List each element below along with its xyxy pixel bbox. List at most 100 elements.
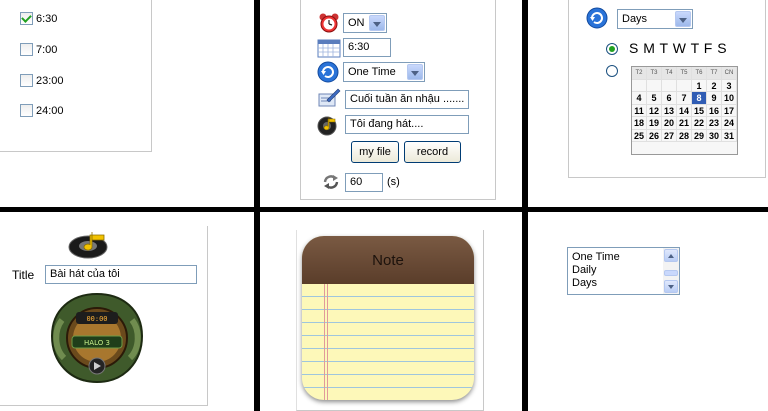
- time-checkbox-label: 24:00: [36, 104, 64, 117]
- calendar-weekday-header: T3: [647, 67, 662, 80]
- calendar-day[interactable]: 20: [662, 117, 677, 130]
- scroll-thumb[interactable]: [664, 270, 678, 276]
- calendar-weekday-header: T7: [707, 67, 722, 80]
- calendar-day[interactable]: 30: [707, 129, 722, 142]
- chevron-down-icon[interactable]: [407, 64, 423, 80]
- time-checkbox-label: 6:30: [36, 12, 58, 25]
- calendar-day[interactable]: 6: [662, 92, 677, 105]
- snooze-unit-label: (s): [387, 176, 400, 188]
- refresh-circle-icon: [317, 61, 339, 83]
- song-title-label: Title: [12, 268, 35, 282]
- calendar-day[interactable]: 17: [722, 104, 737, 117]
- calendar-weekday-header: T4: [662, 67, 677, 80]
- calendar-empty-cell: [632, 79, 647, 92]
- alarm-form-panel: ON 6:30 One Time Cuối tuần ăn nhậu .....…: [300, 0, 496, 200]
- notepad-title: Note: [372, 251, 404, 269]
- scroll-down-icon[interactable]: [664, 280, 678, 293]
- calendar-weekday-header: T6: [692, 67, 707, 80]
- recycle-arrows-icon: [323, 175, 339, 189]
- alarm-note-input[interactable]: Cuối tuần ăn nhậu .......: [345, 90, 469, 109]
- time-checkbox-item[interactable]: 24:00: [20, 104, 64, 117]
- calendar-day[interactable]: 14: [677, 104, 692, 117]
- calendar-day[interactable]: 16: [707, 104, 722, 117]
- grid-divider-horizontal: [0, 207, 768, 212]
- music-speaker-icon: [317, 116, 337, 136]
- repeat-mode-select[interactable]: One Time: [343, 62, 425, 82]
- music-speaker-icon: [68, 232, 108, 259]
- calendar-day[interactable]: 23: [707, 117, 722, 130]
- calendar-day[interactable]: 29: [692, 129, 707, 142]
- calendar-day[interactable]: 5: [647, 92, 662, 105]
- calendar-day[interactable]: 15: [692, 104, 707, 117]
- player-brand-text: HALO 3: [84, 339, 110, 347]
- schedule-mode-value: Days: [622, 13, 648, 25]
- checkbox-icon[interactable]: [20, 43, 33, 56]
- days-panel: Days S M T W T F S T2 T3 T4 T5 T6 T7 CN 1 2 3 4 5 6 7…: [568, 0, 766, 178]
- calendar-day[interactable]: 22: [692, 117, 707, 130]
- chevron-down-icon[interactable]: [369, 15, 385, 31]
- weekdays-radio[interactable]: [606, 43, 618, 55]
- schedule-mode-select[interactable]: Days: [617, 9, 693, 29]
- calendar-day[interactable]: 7: [677, 92, 692, 105]
- calendar-weekday-header: T2: [632, 67, 647, 80]
- snooze-seconds-input[interactable]: 60: [345, 173, 383, 192]
- record-button[interactable]: record: [404, 141, 461, 163]
- calendar-day[interactable]: 26: [647, 129, 662, 142]
- calendar-day[interactable]: 13: [662, 104, 677, 117]
- calendar-day[interactable]: 19: [647, 117, 662, 130]
- time-checkbox-item[interactable]: 23:00: [20, 74, 64, 87]
- calendar-day[interactable]: 28: [677, 129, 692, 142]
- calendar-day[interactable]: 31: [722, 129, 737, 142]
- month-calendar: T2 T3 T4 T5 T6 T7 CN 1 2 3 4 5 6 7 8 9 10 11 12 13 14 15 16 17 1…: [631, 66, 738, 155]
- notepad-margin-line: [324, 284, 325, 400]
- repeat-mode-listbox[interactable]: One Time Daily Days: [567, 247, 680, 295]
- chevron-down-icon[interactable]: [675, 11, 691, 27]
- notepad-margin-line: [327, 284, 328, 400]
- time-checkbox-item[interactable]: 7:00: [20, 43, 57, 56]
- pen-note-icon: [318, 88, 341, 107]
- checkbox-icon[interactable]: [20, 74, 33, 87]
- calendar-weekday-header: T5: [677, 67, 692, 80]
- song-title-input[interactable]: Bài hát của tôi: [45, 265, 197, 284]
- calendar-time-icon: [317, 39, 341, 58]
- calendar-weekday-header: CN: [722, 67, 737, 80]
- grid-divider-vertical-right: [522, 0, 528, 411]
- calendar-day[interactable]: 8: [692, 92, 707, 105]
- calendar-empty-cell: [662, 79, 677, 92]
- calendar-day[interactable]: 11: [632, 104, 647, 117]
- refresh-circle-icon: [586, 7, 608, 29]
- my-file-button[interactable]: my file: [351, 141, 399, 163]
- calendar-day[interactable]: 27: [662, 129, 677, 142]
- calendar-empty-cell: [677, 79, 692, 92]
- time-checkbox-item[interactable]: 6:30: [20, 12, 57, 25]
- calendar-day[interactable]: 12: [647, 104, 662, 117]
- alarm-state-value: ON: [348, 17, 365, 29]
- listbox-scrollbar[interactable]: [663, 248, 679, 294]
- calendar-day[interactable]: 2: [707, 79, 722, 92]
- calendar-day[interactable]: 25: [632, 129, 647, 142]
- music-player-skin-icon: 00:00 HALO 3: [50, 292, 144, 384]
- time-checkbox-label: 7:00: [36, 43, 58, 56]
- calendar-day[interactable]: 24: [722, 117, 737, 130]
- calendar-day[interactable]: 18: [632, 117, 647, 130]
- alarm-state-select[interactable]: ON: [343, 13, 387, 33]
- checkbox-icon[interactable]: [20, 104, 33, 117]
- notepad-app-icon[interactable]: Note: [302, 236, 474, 400]
- calendar-radio[interactable]: [606, 65, 618, 77]
- weekdays-label: S M T W T F S: [629, 40, 728, 56]
- calendar-day[interactable]: 9: [707, 92, 722, 105]
- alarm-clock-icon: [319, 13, 339, 33]
- alarm-time-input[interactable]: 6:30: [343, 38, 391, 57]
- scroll-up-icon[interactable]: [664, 249, 678, 262]
- checkbox-checked-icon[interactable]: [20, 12, 33, 25]
- calendar-day[interactable]: 1: [692, 79, 707, 92]
- alarm-song-input[interactable]: Tôi đang hát....: [345, 115, 469, 134]
- calendar-grid: T2 T3 T4 T5 T6 T7 CN 1 2 3 4 5 6 7 8 9 10 11 12 13 14 15 16 17 1…: [632, 67, 737, 142]
- notepad-header: Note: [302, 236, 474, 284]
- calendar-day[interactable]: 21: [677, 117, 692, 130]
- player-time-display: 00:00: [86, 315, 107, 323]
- calendar-day[interactable]: 10: [722, 92, 737, 105]
- calendar-day[interactable]: 3: [722, 79, 737, 92]
- song-panel: Title Bài hát của tôi 00:00 HALO 3: [0, 226, 208, 406]
- calendar-day[interactable]: 4: [632, 92, 647, 105]
